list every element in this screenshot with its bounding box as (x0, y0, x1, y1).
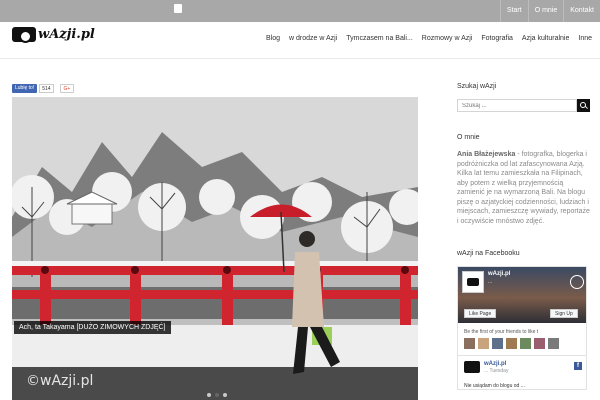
fb-page-likes: ... (488, 279, 493, 285)
top-link-start[interactable]: Start (499, 0, 528, 22)
hero-watermark: ©wAzji.pl (26, 373, 94, 389)
fb-page-avatar[interactable] (462, 271, 484, 293)
slider-dots (205, 393, 229, 397)
fb-page-name[interactable]: wAzji.pl (488, 271, 510, 277)
top-link-about[interactable]: O mnie (527, 0, 564, 22)
nav-item-inne[interactable]: Inne (578, 35, 592, 42)
main-header: wAzji.pl Blog w drodze w Azji Tymczasem … (0, 22, 600, 59)
fb-post-avatar[interactable] (464, 361, 480, 373)
hero-caption[interactable]: Ach, ta Takayama [DUŻO ZIMOWYCH ZDJĘĆ] (14, 321, 171, 334)
site-logo[interactable]: wAzji.pl (12, 27, 95, 43)
about-author: Ania Błażejewska (457, 151, 516, 158)
search-input[interactable] (457, 99, 577, 112)
about-widget-title: O mnie (457, 134, 480, 141)
facebook-icon: f (574, 362, 582, 370)
fb-signup-button[interactable]: Sign Up (550, 309, 578, 318)
fb-friends-text: Be the first of your friends to like t (464, 329, 539, 335)
main-nav: Blog w drodze w Azji Tymczasem na Bali..… (257, 35, 592, 42)
nav-item-blog[interactable]: Blog (266, 35, 280, 42)
post-column: Lubię to! 514 G+ Ach, ta Takayama [DUŻO … (12, 83, 418, 400)
avatar[interactable] (464, 338, 475, 349)
top-link-contact[interactable]: Kontakt (563, 0, 600, 22)
fb-friend-avatars (464, 338, 562, 349)
about-body: - fotografka, blogerka i podróżniczka od… (457, 151, 590, 225)
fb-post: wAzji.pl ... Tuesday f Nie usiądam do bl… (458, 355, 586, 389)
top-links: Start O mnie Kontakt (499, 0, 600, 22)
avatar[interactable] (478, 338, 489, 349)
search-form (457, 99, 590, 112)
camera-logo-icon (12, 27, 36, 43)
sidebar: Szukaj wAzji O mnie Ania Błażejewska - f… (457, 83, 590, 390)
bag-icon[interactable] (174, 4, 182, 13)
nav-item-w-drodze[interactable]: w drodze w Azji (289, 35, 337, 42)
nav-item-tymczasem[interactable]: Tymczasem na Bali... (346, 35, 413, 42)
fb-like-count: 514 (39, 83, 54, 93)
about-text: Ania Błażejewska - fotografka, blogerka … (457, 150, 590, 226)
nav-item-rozmowy[interactable]: Rozmowy w Azji (422, 35, 473, 42)
fb-like-page-button[interactable]: Like Page (464, 309, 497, 318)
search-widget-title: Szukaj wAzji (457, 83, 497, 90)
share-bar: Lubię to! 514 G+ (12, 83, 418, 93)
gplus-button[interactable]: G+ (59, 83, 75, 93)
facebook-page-plugin: wAzji.pl ... Like Page Sign Up Be the fi… (457, 266, 587, 390)
fb-post-text: Nie usiądam do blogu od ... (464, 383, 525, 389)
avatar[interactable] (506, 338, 517, 349)
avatar[interactable] (492, 338, 503, 349)
hero-slider[interactable]: Ach, ta Takayama [DUŻO ZIMOWYCH ZDJĘĆ] ©… (12, 97, 418, 400)
fb-like-button[interactable]: Lubię to! (12, 83, 38, 93)
avatar[interactable] (534, 338, 545, 349)
hero-photo (12, 97, 418, 400)
facebook-widget-title: wAzji na Facebooku (457, 250, 520, 257)
slider-dot-active[interactable] (215, 393, 219, 397)
nav-item-fotografia[interactable]: Fotografia (481, 35, 513, 42)
fb-badge-icon (570, 275, 584, 289)
fb-post-author[interactable]: wAzji.pl (484, 361, 506, 367)
nav-item-azja-kulturalnie[interactable]: Azja kulturalnie (522, 35, 569, 42)
slider-dot[interactable] (223, 393, 227, 397)
fb-post-time: ... Tuesday (484, 368, 509, 374)
search-icon[interactable] (577, 99, 590, 112)
avatar[interactable] (520, 338, 531, 349)
slider-dot[interactable] (207, 393, 211, 397)
logo-text: wAzji.pl (38, 27, 95, 42)
avatar[interactable] (548, 338, 559, 349)
top-bar: Start O mnie Kontakt (0, 0, 600, 22)
